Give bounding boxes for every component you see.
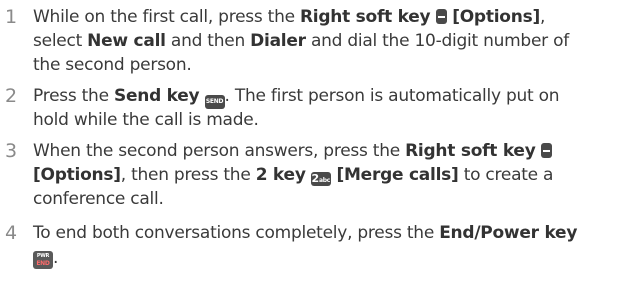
step-text: conference call.	[33, 189, 164, 209]
step-text: . The first person is automatically put …	[224, 86, 560, 106]
step-1-line-2: select New call and then Dialer and dial…	[33, 30, 569, 53]
step-text: Press the	[33, 86, 114, 106]
step-2-line-1: Press the Send key SEND. The first perso…	[33, 85, 560, 109]
two-key-letters: abc	[318, 177, 331, 184]
step-text: the second person.	[33, 55, 192, 75]
step-text: hold while the call is made.	[33, 110, 259, 130]
right-soft-key-icon	[435, 9, 447, 24]
send-key-icon: SEND	[204, 95, 225, 109]
options-label: [Options]	[446, 7, 540, 27]
step-2-line-2: hold while the call is made.	[33, 109, 259, 132]
step-text: When the second person answers, press th…	[33, 141, 406, 161]
step-text: and then	[165, 31, 251, 51]
send-key-label: Send key	[113, 86, 200, 106]
step-text: ,	[539, 7, 546, 27]
step-1-line-3: the second person.	[33, 54, 192, 77]
end-key-end-text: END	[36, 260, 50, 267]
step-text: and dial the 10-digit number of	[305, 31, 569, 51]
right-soft-key-label: Right soft key	[405, 141, 536, 161]
end-key-pwr-text: PWR	[36, 253, 50, 259]
two-key-icon: 2abc	[310, 172, 331, 186]
step-number: 3	[5, 140, 18, 162]
step-text: , then press the	[120, 165, 256, 185]
dialer-label: Dialer	[250, 31, 306, 51]
step-text: select	[33, 31, 88, 51]
end-power-key-label: End/Power key	[439, 223, 578, 243]
step-number: 4	[5, 222, 18, 244]
step-number: 2	[5, 85, 18, 107]
two-key-digit: 2	[311, 172, 320, 185]
right-soft-key-label: Right soft key	[299, 7, 431, 27]
step-text: To end both conversations completely, pr…	[33, 223, 440, 243]
new-call-label: New call	[87, 31, 166, 51]
step-4-line-1: To end both conversations completely, pr…	[33, 222, 577, 245]
merge-calls-label: [Merge calls]	[330, 165, 459, 185]
end-power-key-icon: PWR END	[33, 251, 53, 269]
step-number: 1	[5, 6, 18, 28]
step-4-line-2: PWR END.	[33, 247, 58, 270]
right-soft-key-icon	[540, 143, 552, 158]
step-3-line-2: [Options], then press the 2 key 2abc [Me…	[33, 164, 553, 187]
step-text: to create a	[458, 165, 554, 185]
options-label: [Options]	[33, 165, 121, 185]
step-text: .	[53, 248, 59, 268]
step-1-line-1: While on the first call, press the Right…	[33, 6, 545, 29]
step-3-line-1: When the second person answers, press th…	[33, 140, 552, 163]
step-3-line-3: conference call.	[33, 188, 164, 211]
step-text: While on the first call, press the	[33, 7, 300, 27]
two-key-label: 2 key	[255, 165, 306, 185]
